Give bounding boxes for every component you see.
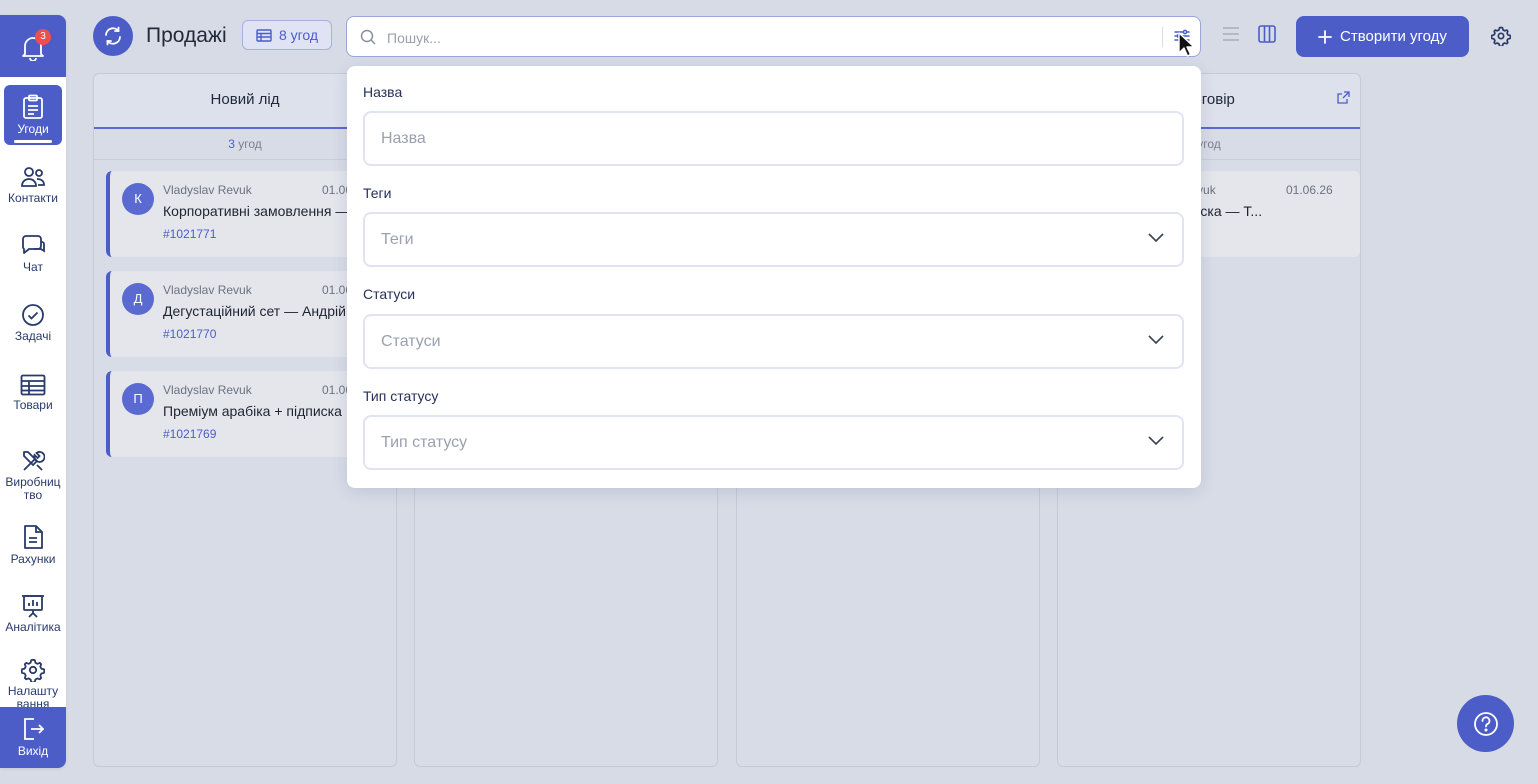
chevron-down-icon: [1148, 335, 1164, 345]
avatar: К: [122, 183, 154, 215]
logout-button[interactable]: Вихід: [0, 707, 66, 768]
filter-tags-select[interactable]: Теги: [363, 212, 1184, 267]
help-button[interactable]: [1457, 695, 1514, 752]
deals-count-button[interactable]: 8 угод: [242, 20, 332, 50]
filter-panel: Назва Назва Теги Теги Статуси Статуси Ти…: [347, 66, 1201, 488]
search-input[interactable]: [385, 25, 1149, 51]
card-number: #1021769: [163, 427, 217, 441]
mouse-cursor-icon: [1178, 32, 1195, 57]
sidebar-item-analytics[interactable]: Аналітика: [4, 584, 62, 644]
card-author: Vladyslav Revuk: [163, 183, 252, 197]
question-icon: [1473, 711, 1498, 736]
search-divider: [1162, 27, 1163, 47]
filter-statuses-label: Статуси: [363, 286, 416, 302]
card-title: Корпоративні замовлення — Ф: [163, 203, 364, 219]
chat-icon: [22, 235, 45, 254]
logout-label: Вихід: [17, 744, 49, 758]
board-view-icon[interactable]: [1258, 25, 1276, 43]
settings-gear-icon[interactable]: [1491, 26, 1511, 46]
chevron-down-icon: [1148, 436, 1164, 446]
card-number: #1021771: [163, 227, 217, 241]
filter-status-type-select[interactable]: Тип статусу: [363, 415, 1184, 470]
filter-tags-placeholder: Теги: [381, 230, 414, 248]
search-icon: [360, 29, 376, 45]
search-box: [346, 16, 1201, 57]
filter-name-label: Назва: [363, 84, 403, 100]
sidebar-item-label: Виробниц тво: [5, 474, 61, 502]
sidebar-item-tasks[interactable]: Задачі: [4, 293, 62, 353]
avatar: П: [122, 383, 154, 415]
chevron-down-icon: [1148, 233, 1164, 243]
create-deal-label: Створити угоду: [1340, 28, 1447, 45]
notification-count-badge: 3: [35, 29, 51, 45]
create-deal-button[interactable]: Створити угоду: [1296, 16, 1469, 57]
sidebar-item-label: Рахунки: [10, 552, 56, 566]
sidebar-item-label: Угоди: [17, 122, 49, 136]
filter-name-placeholder: Назва: [381, 129, 426, 147]
gear-icon: [21, 658, 45, 682]
filter-statuses-select[interactable]: Статуси: [363, 314, 1184, 369]
page-title: Продажі: [146, 24, 227, 47]
avatar: Д: [122, 283, 154, 315]
sidebar-item-label: Контакти: [8, 191, 58, 205]
card-number: #1021770: [163, 327, 217, 341]
table-icon: [20, 374, 46, 396]
filter-status-type-placeholder: Тип статусу: [381, 433, 468, 451]
sidebar-item-chat[interactable]: Чат: [4, 224, 62, 284]
external-link-icon[interactable]: [1337, 91, 1350, 104]
filter-name-input[interactable]: Назва: [363, 111, 1184, 166]
sidebar-item-invoices[interactable]: Рахунки: [4, 515, 62, 575]
card-date: 01.06.26: [1286, 183, 1333, 197]
list-view-icon[interactable]: [1222, 26, 1240, 42]
filter-status-type-label: Тип статусу: [363, 388, 439, 404]
sidebar-item-production[interactable]: Виробниц тво: [4, 439, 62, 511]
sidebar-item-label: Чат: [23, 260, 43, 274]
document-icon: [24, 525, 43, 549]
sidebar-item-deals[interactable]: Угоди: [4, 85, 62, 145]
sidebar-item-label: Задачі: [14, 329, 52, 343]
tools-icon: [23, 450, 45, 471]
deals-count-label: 8 угод: [278, 27, 319, 43]
filter-tags-label: Теги: [363, 185, 392, 201]
filter-statuses-placeholder: Статуси: [381, 332, 441, 350]
column-count-number: 3: [228, 137, 235, 151]
logout-icon: [24, 718, 44, 740]
card-title: Преміум арабіка + підписка: [163, 403, 342, 419]
card-author: Vladyslav Revuk: [163, 283, 252, 297]
clipboard-icon: [23, 94, 43, 119]
presentation-icon: [22, 595, 44, 618]
refresh-icon: [105, 26, 121, 46]
sidebar-item-label: Товари: [13, 398, 53, 412]
table-icon: [256, 28, 272, 42]
column-count-label: угод: [238, 137, 262, 151]
users-icon: [21, 167, 45, 187]
sidebar: 3 Угоди Контакти Чат Задачі Товари Вироб…: [0, 15, 66, 768]
refresh-button[interactable]: [93, 16, 133, 56]
card-title: Дегустаційний сет — Андрій: [163, 303, 346, 319]
check-circle-icon: [22, 304, 44, 326]
sidebar-item-label: Аналітика: [5, 620, 61, 634]
notifications-button[interactable]: 3: [0, 15, 66, 77]
card-author: Vladyslav Revuk: [163, 383, 252, 397]
plus-icon: [1318, 29, 1332, 44]
sidebar-item-products[interactable]: Товари: [4, 363, 62, 423]
sidebar-item-contacts[interactable]: Контакти: [4, 155, 62, 215]
